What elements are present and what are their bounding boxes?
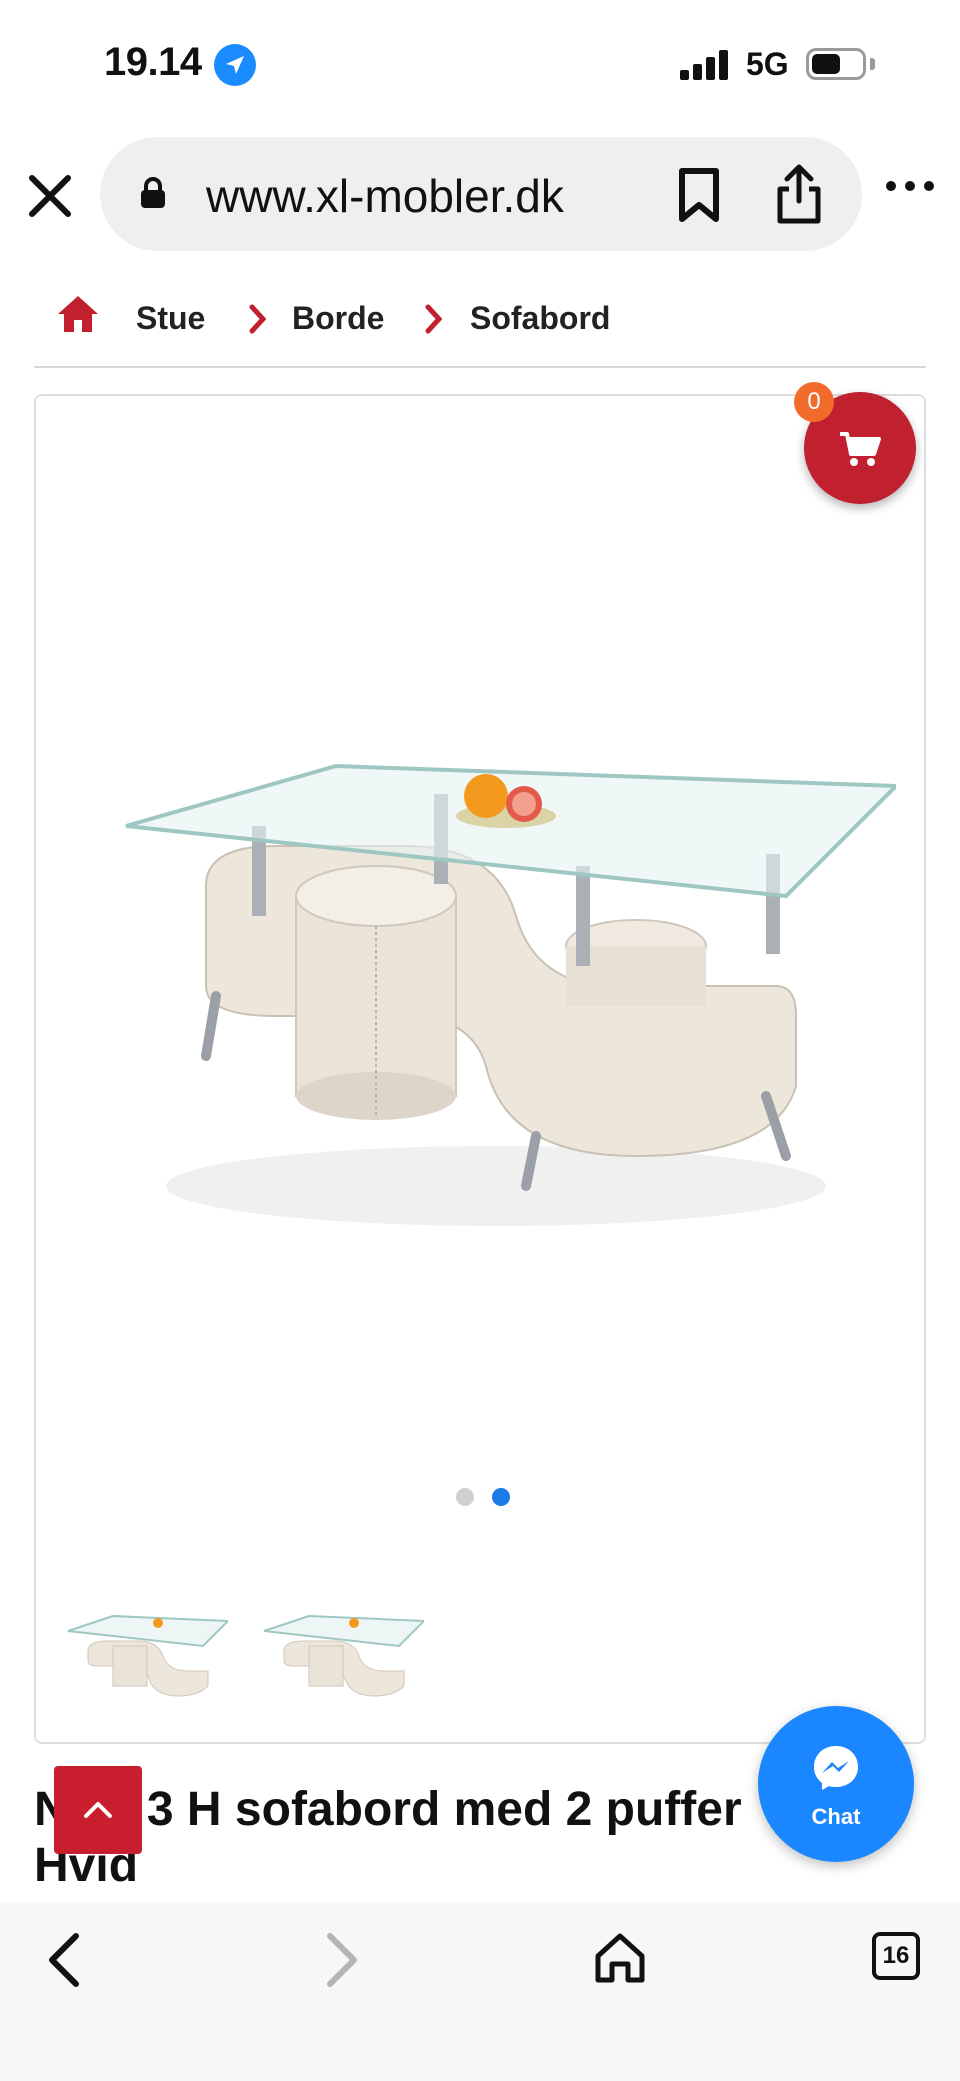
location-icon bbox=[214, 44, 256, 86]
url-text: www.xl-mobler.dk bbox=[206, 170, 564, 222]
bookmark-icon[interactable] bbox=[672, 167, 726, 223]
product-title: NEA 3 H sofabord med 2 puffer Hvid bbox=[34, 1783, 742, 1892]
tabs-button[interactable]: 16 bbox=[872, 1932, 920, 1980]
cart-count-badge: 0 bbox=[794, 382, 834, 422]
thumbnail-2[interactable] bbox=[254, 1591, 424, 1701]
share-icon[interactable] bbox=[772, 163, 826, 225]
chevron-right-icon bbox=[248, 304, 268, 339]
tabs-count: 16 bbox=[882, 1942, 910, 1969]
battery-icon bbox=[806, 48, 866, 80]
carousel-dot-active[interactable] bbox=[492, 1488, 510, 1506]
back-icon[interactable] bbox=[42, 1930, 86, 1990]
more-icon[interactable] bbox=[886, 178, 934, 194]
product-gallery[interactable] bbox=[34, 394, 926, 1744]
divider bbox=[34, 366, 926, 368]
home-icon[interactable] bbox=[592, 1930, 648, 1986]
carousel-dot[interactable] bbox=[456, 1488, 474, 1506]
thumbnail-1[interactable] bbox=[58, 1591, 228, 1701]
lock-icon bbox=[140, 177, 166, 214]
signal-icon bbox=[680, 50, 732, 80]
network-type: 5G bbox=[746, 46, 789, 82]
breadcrumb-item-sofabord[interactable]: Sofabord bbox=[470, 300, 610, 337]
status-time: 19.14 bbox=[104, 40, 202, 84]
chat-button[interactable]: Chat bbox=[758, 1706, 914, 1862]
breadcrumb-item-stue[interactable]: Stue bbox=[136, 300, 205, 337]
messenger-icon bbox=[814, 1746, 858, 1790]
status-bar: 19.14 5G bbox=[0, 0, 960, 130]
close-icon[interactable] bbox=[24, 170, 76, 222]
breadcrumb: Stue Borde Sofabord bbox=[34, 290, 926, 350]
chevron-right-icon bbox=[424, 304, 444, 339]
chat-label: Chat bbox=[811, 1804, 861, 1829]
breadcrumb-item-borde[interactable]: Borde bbox=[292, 300, 384, 337]
forward-icon[interactable] bbox=[320, 1930, 364, 1990]
scroll-to-top-button[interactable] bbox=[54, 1766, 142, 1854]
browser-toolbar: 16 bbox=[0, 1902, 960, 2081]
address-bar[interactable]: www.xl-mobler.dk bbox=[100, 137, 862, 251]
product-image[interactable] bbox=[76, 716, 896, 1276]
chevron-up-icon bbox=[84, 1802, 112, 1818]
home-icon[interactable] bbox=[56, 294, 100, 339]
battery-tip bbox=[870, 58, 875, 70]
carousel-dots bbox=[456, 1488, 516, 1508]
cart-icon bbox=[840, 432, 881, 466]
